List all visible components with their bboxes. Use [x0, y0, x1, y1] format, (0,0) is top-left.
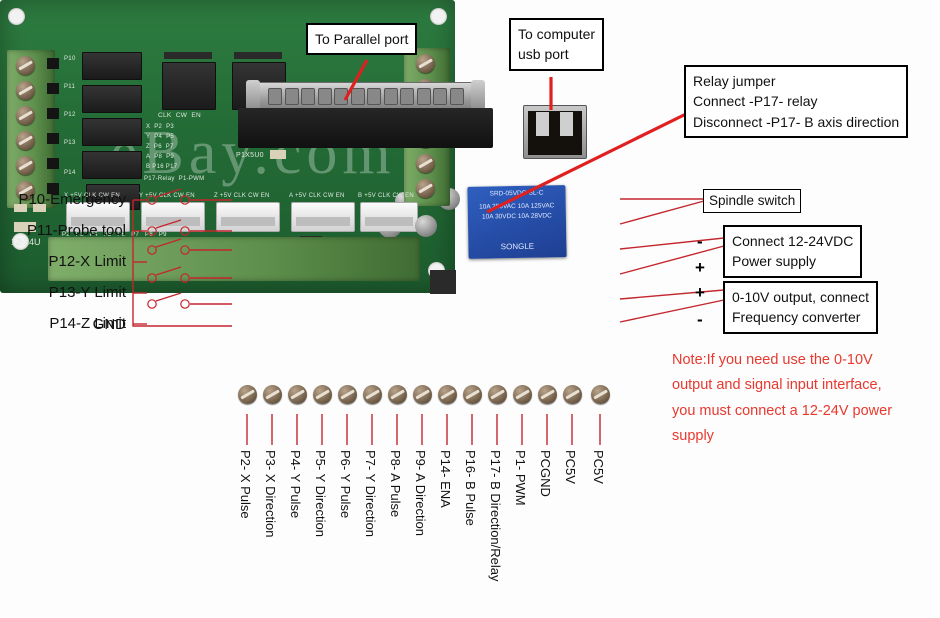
note-line-4: supply	[672, 428, 714, 445]
input-label-p10: P10-Emergency	[18, 191, 126, 208]
pin-label-p14-ena: P14- ENA	[438, 450, 453, 508]
pin-label-pcgnd: PCGND	[538, 450, 553, 497]
pin-label-p2: P2- X Pulse	[238, 450, 253, 519]
pin-label-pc5v-1: PC5V	[563, 450, 578, 484]
pin-label-p6: P6- Y Pulse	[338, 450, 353, 519]
callout-spindle-switch: Spindle switch	[703, 189, 802, 213]
callout-frequency-converter: 0-10V output, connect Frequency converte…	[723, 281, 878, 334]
callout-relay-jumper: Relay jumper Connect -P17- relay Disconn…	[684, 65, 909, 138]
pin-label-p4: P4- Y Pulse	[288, 450, 303, 519]
note-line-3: you must connect a 12-24V power	[672, 402, 893, 419]
right-leaders	[619, 198, 725, 323]
callout-parallel-port: To Parallel port	[306, 23, 418, 56]
pin-label-p16: P16- B Pulse	[463, 450, 478, 526]
diagram-canvas: eBay.com P10 P11 P12 P13 P14 CLK CW EN X…	[0, 0, 940, 618]
sign-power-negative: -	[697, 232, 703, 251]
input-label-gnd: GND	[92, 316, 126, 333]
sign-analog-negative: -	[697, 310, 703, 329]
pin-label-p7: P7- Y Direction	[363, 450, 378, 537]
pin-label-p5: P5- Y Direction	[313, 450, 328, 537]
pin-label-p9: P9- A Direction	[413, 450, 428, 536]
pin-label-p3: P3- X Direction	[263, 450, 278, 538]
note-line-2: output and signal input interface,	[672, 377, 882, 394]
bottom-leaders	[246, 414, 601, 445]
input-label-p13: P13-Y Limit	[48, 284, 126, 301]
callout-usb-port: To computer usb port	[509, 18, 605, 71]
sign-analog-positive: +	[695, 283, 705, 302]
pin-label-pc5v-2: PC5V	[591, 450, 606, 484]
input-label-p11: P11-Probe tool	[27, 222, 126, 239]
pin-label-p17: P17- B Direction/Relay	[488, 450, 503, 582]
sign-power-positive: +	[695, 258, 705, 277]
pin-label-p8: P8- A Pulse	[388, 450, 403, 518]
warning-note: Note:If you need use the 0-10V output an…	[672, 348, 892, 450]
callout-power-supply: Connect 12-24VDC Power supply	[723, 225, 863, 278]
input-leaders	[133, 188, 232, 325]
input-label-p12: P12-X Limit	[48, 253, 126, 270]
note-line-1: Note:If you need use the 0-10V	[672, 352, 873, 368]
leader-parallel-port	[343, 59, 369, 101]
pin-label-p1-pwm: P1- PWM	[513, 450, 528, 506]
leader-relay-jumper	[486, 110, 691, 214]
